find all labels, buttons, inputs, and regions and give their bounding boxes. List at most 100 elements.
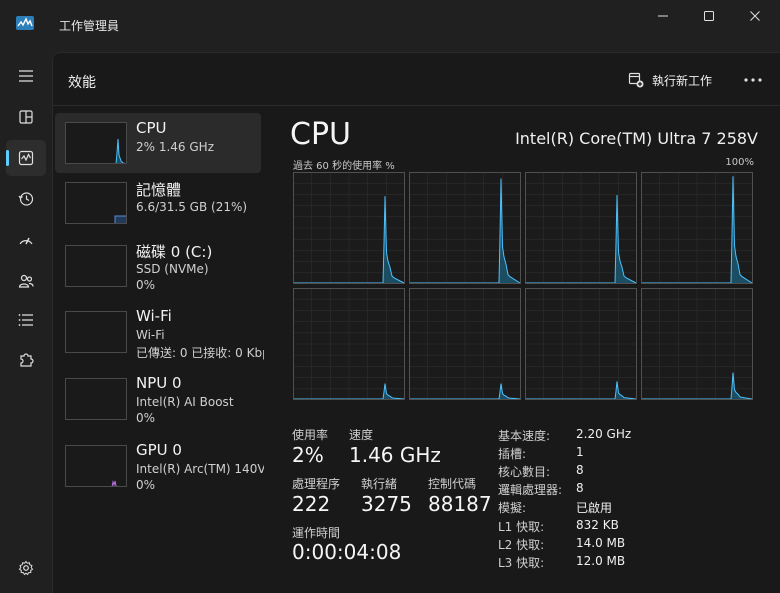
handles-value: 88187 <box>428 492 492 516</box>
startup-gauge-icon <box>19 237 33 245</box>
maximize-icon <box>704 11 714 21</box>
more-options-button[interactable] <box>737 67 769 93</box>
resource-detail: Intel(R) AI Boost <box>136 395 234 409</box>
resource-throughput: 已傳送: 0 已接收: 0 Kbps <box>136 346 264 360</box>
processes-icon <box>19 110 33 124</box>
core-graph-4 <box>641 172 753 284</box>
core-graph-1 <box>293 172 405 284</box>
resource-detail: 2% 1.46 GHz <box>136 140 215 154</box>
spec-value: 8 <box>576 481 584 495</box>
cpu-thumbnail-graph <box>65 122 127 164</box>
gpu-thumbnail-graph <box>65 445 127 487</box>
resource-item-memory[interactable]: 記憶體 6.6/31.5 GB (21%) <box>55 173 261 233</box>
spec-label: 插槽: <box>498 447 527 461</box>
spec-value: 14.0 MB <box>576 536 626 550</box>
maximize-button[interactable] <box>686 4 732 28</box>
header-divider <box>53 105 780 106</box>
core-graph-2 <box>409 172 521 284</box>
resource-item-disk[interactable]: 磁碟 0 (C:) SSD (NVMe) 0% <box>55 237 261 297</box>
close-button[interactable] <box>732 4 778 28</box>
run-new-task-button[interactable]: 執行新工作 <box>628 70 712 90</box>
nav-users[interactable] <box>6 263 46 299</box>
settings-gear-icon <box>18 560 34 576</box>
logical-processor-graphs <box>293 172 753 400</box>
resource-name: NPU 0 <box>136 374 182 392</box>
minimize-icon <box>658 15 668 17</box>
resource-detail: SSD (NVMe) <box>136 262 209 276</box>
spec-value: 2.20 GHz <box>576 427 632 441</box>
history-icon <box>18 192 34 206</box>
core-graph-8 <box>641 288 753 400</box>
resource-detail: Wi-Fi <box>136 328 165 342</box>
hamburger-icon <box>19 70 33 82</box>
performance-panel: 效能 執行新工作 CPU 2% 1.46 GHz 記憶體 6.6/31.5 GB… <box>52 52 780 593</box>
speed-value: 1.46 GHz <box>349 443 441 467</box>
processes-value: 222 <box>292 492 331 516</box>
nav-performance[interactable] <box>6 140 46 176</box>
resource-usage: 0% <box>136 478 156 492</box>
uptime-label: 運作時間 <box>292 526 341 540</box>
resource-name: CPU <box>136 119 167 137</box>
task-manager-app-icon <box>16 16 34 30</box>
spec-value: 8 <box>576 463 584 477</box>
processes-label: 處理程序 <box>292 477 341 491</box>
resource-detail: 6.6/31.5 GB (21%) <box>136 200 248 214</box>
core-graph-3 <box>525 172 637 284</box>
details-list-icon <box>18 314 33 326</box>
resource-item-wifi[interactable]: Wi-Fi Wi-Fi 已傳送: 0 已接收: 0 Kbps <box>55 303 264 363</box>
nav-app-history[interactable] <box>6 181 46 217</box>
spec-value: 832 KB <box>576 518 619 532</box>
run-task-icon <box>628 72 644 88</box>
cpu-title: CPU <box>290 117 351 152</box>
more-dots-icon <box>744 78 762 82</box>
graph-caption: 過去 60 秒的使用率 % <box>293 161 395 172</box>
performance-icon <box>18 150 34 166</box>
title-bar: 工作管理員 <box>0 0 780 52</box>
spec-label: L1 快取: <box>498 520 545 534</box>
graph-max-label: 100% <box>725 157 754 168</box>
spec-value: 1 <box>576 445 584 459</box>
nav-details[interactable] <box>6 302 46 338</box>
disk-thumbnail-graph <box>65 245 127 287</box>
utilization-value: 2% <box>292 443 324 467</box>
users-icon <box>18 274 34 288</box>
minimize-button[interactable] <box>640 4 686 28</box>
threads-label: 執行緒 <box>361 477 398 491</box>
resource-item-gpu[interactable]: GPU 0 Intel(R) Arc(TM) 140V GPU 0% <box>55 437 264 497</box>
resource-name: GPU 0 <box>136 441 182 459</box>
nav-startup-apps[interactable] <box>6 222 46 258</box>
run-new-task-label: 執行新工作 <box>652 73 713 88</box>
navigation-rail <box>0 52 52 593</box>
spec-label: L3 快取: <box>498 556 545 570</box>
spec-label: 模擬: <box>498 501 527 515</box>
resource-item-cpu[interactable]: CPU 2% 1.46 GHz <box>55 113 261 173</box>
resource-detail: Intel(R) Arc(TM) 140V GPU <box>136 462 264 476</box>
window-title: 工作管理員 <box>59 19 120 33</box>
memory-thumbnail-graph <box>65 182 127 224</box>
handles-label: 控制代碼 <box>428 477 477 491</box>
services-puzzle-icon <box>20 353 34 367</box>
memory-thumbnail-fill <box>114 215 126 223</box>
nav-services[interactable] <box>6 342 46 378</box>
resource-usage: 0% <box>136 411 156 425</box>
uptime-value: 0:00:04:08 <box>292 540 402 564</box>
core-graph-7 <box>525 288 637 400</box>
resource-usage: 0% <box>136 278 156 292</box>
utilization-label: 使用率 <box>292 428 329 442</box>
gpu-thumbnail-sparkline <box>111 480 118 486</box>
npu-thumbnail-graph <box>65 378 127 420</box>
nav-settings[interactable] <box>6 550 46 586</box>
spec-label: 邏輯處理器: <box>498 483 563 497</box>
wifi-thumbnail-graph <box>65 311 127 353</box>
spec-label: 基本速度: <box>498 429 551 443</box>
resource-item-npu[interactable]: NPU 0 Intel(R) AI Boost 0% <box>55 370 261 430</box>
spec-value: 12.0 MB <box>576 554 626 568</box>
nav-processes[interactable] <box>6 99 46 135</box>
core-graph-5 <box>293 288 405 400</box>
hamburger-menu-button[interactable] <box>6 58 46 94</box>
cpu-model: Intel(R) Core(TM) Ultra 7 258V <box>515 129 758 148</box>
spec-label: 核心數目: <box>498 465 551 479</box>
speed-label: 速度 <box>349 428 374 442</box>
spec-label: L2 快取: <box>498 538 545 552</box>
spec-value: 已啟用 <box>576 501 613 515</box>
